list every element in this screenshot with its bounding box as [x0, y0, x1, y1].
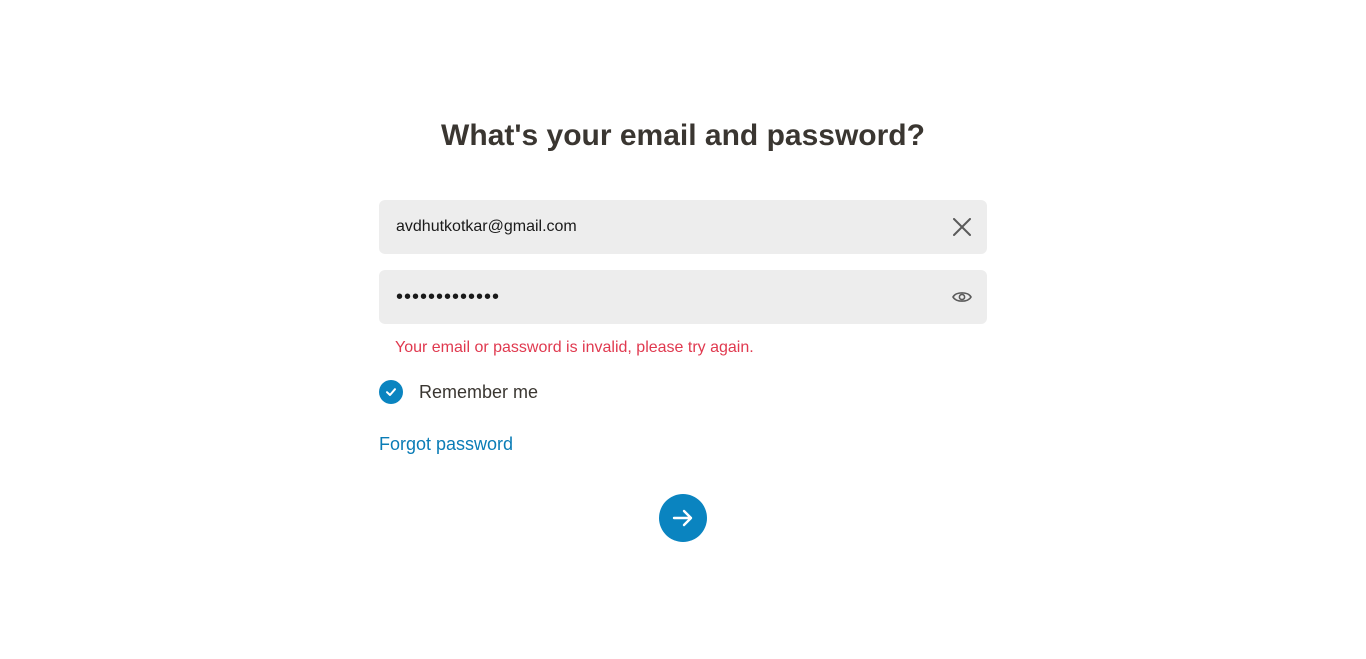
remember-me-label: Remember me	[419, 381, 539, 402]
password-field-container	[379, 270, 987, 324]
page-title: What's your email and password?	[441, 119, 925, 152]
remember-me-checkbox[interactable]: Remember me	[379, 380, 538, 404]
eye-icon[interactable]	[951, 287, 973, 307]
email-field[interactable]	[379, 200, 919, 254]
arrow-right-icon	[671, 506, 695, 530]
checkmark-icon[interactable]	[379, 380, 403, 404]
login-page: What's your email and password? Your ema…	[0, 0, 1366, 659]
submit-button[interactable]	[659, 494, 707, 542]
close-icon[interactable]	[951, 217, 973, 237]
error-message: Your email or password is invalid, pleas…	[395, 339, 754, 356]
password-field[interactable]	[379, 270, 919, 324]
forgot-password-link[interactable]: Forgot password	[379, 434, 513, 455]
email-field-container	[379, 200, 987, 254]
